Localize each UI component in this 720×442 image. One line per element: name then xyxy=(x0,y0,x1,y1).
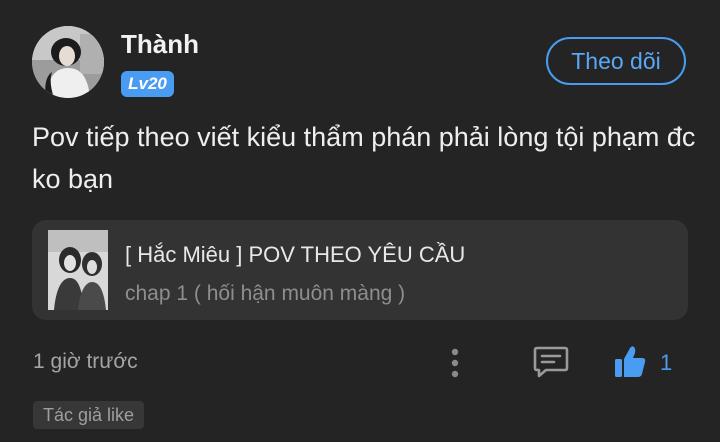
more-options-button[interactable] xyxy=(440,344,470,382)
avatar[interactable] xyxy=(32,26,104,98)
like-button[interactable]: 1 xyxy=(612,342,682,382)
author-like-badge: Tác giả like xyxy=(33,401,145,429)
linked-story-card[interactable]: [ Hắc Miêu ] POV THEO YÊU CẦU chap 1 ( h… xyxy=(32,220,688,320)
author-name[interactable]: Thành xyxy=(121,29,199,59)
story-chapter: chap 1 ( hối hận muôn màng ) xyxy=(125,282,406,305)
comment-icon xyxy=(533,346,569,378)
story-cover-image xyxy=(48,230,108,310)
comment-button[interactable] xyxy=(532,344,570,380)
thumbs-up-icon xyxy=(615,346,646,377)
vertical-dots-icon xyxy=(451,348,459,378)
comment-post: Thành Lv20 Theo dõi Pov tiếp theo viết k… xyxy=(0,0,720,442)
post-timestamp: 1 giờ trước xyxy=(33,350,138,373)
level-badge: Lv20 xyxy=(121,71,174,97)
avatar-photo xyxy=(32,26,104,98)
follow-button[interactable]: Theo dõi xyxy=(546,37,686,85)
story-title: [ Hắc Miêu ] POV THEO YÊU CẦU xyxy=(125,242,466,267)
like-count: 1 xyxy=(660,350,673,375)
post-text: Pov tiếp theo viết kiểu thẩm phán phải l… xyxy=(32,122,696,194)
